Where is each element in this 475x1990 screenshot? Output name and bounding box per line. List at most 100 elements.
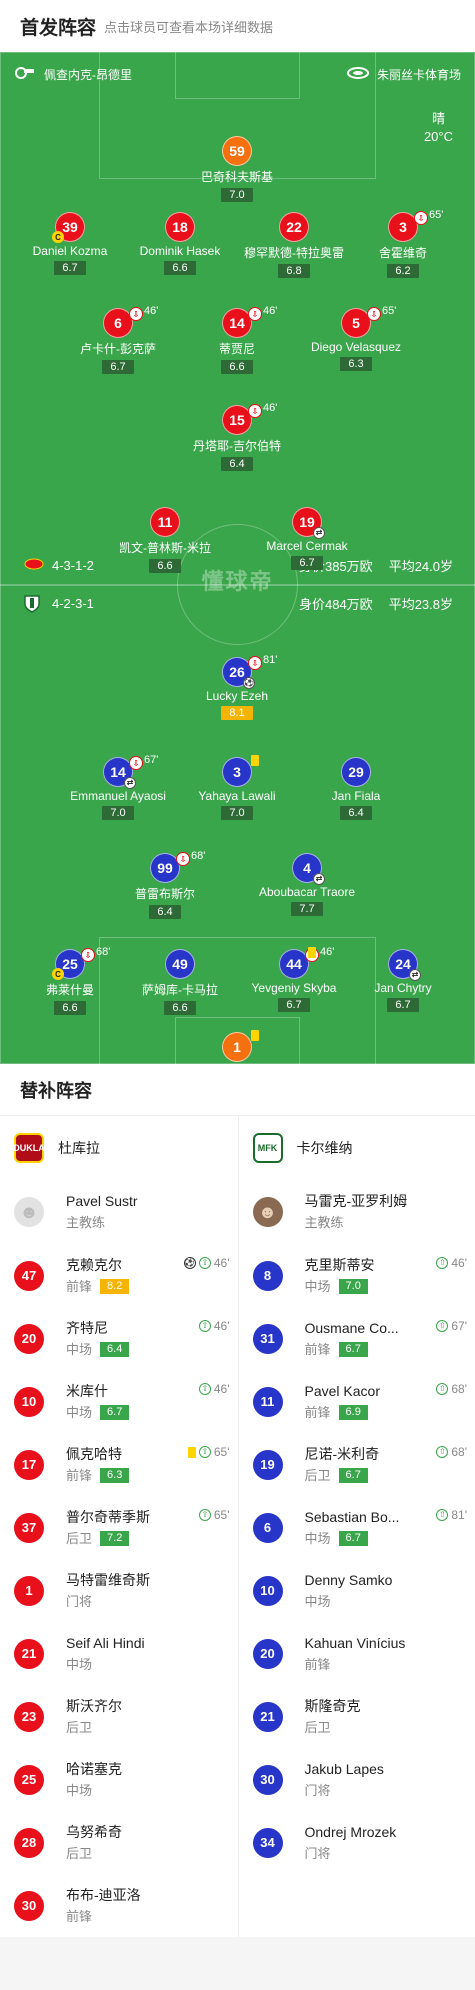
away_subs-sub-row[interactable]: 20 Kahuan Vinícius 前锋 [239, 1622, 475, 1685]
home_subs-sub-row[interactable]: 1 马特雷维奇斯 门将 [0, 1559, 238, 1622]
home-coach[interactable]: ☻ Pavel Sustr 主教练 [0, 1180, 238, 1244]
home_subs-sub-row[interactable]: 37 普尔奇蒂季斯 后卫 7.2 ⇧ 65' [0, 1496, 238, 1559]
away-player[interactable]: 14 ⇩ 67' ⇄ Emmanuel Ayaosi 7.0 [53, 754, 183, 821]
sub-name: 哈诺塞克 [66, 1760, 122, 1777]
away_subs-sub-row[interactable]: 30 Jakub Lapes 门将 [239, 1748, 475, 1811]
home_subs-sub-row[interactable]: 47 克赖克尔 前锋 8.2 ⚽ ⇧ 46' [0, 1244, 238, 1307]
captain-icon: C [52, 968, 64, 980]
sub-info: 布布-迪亚洛 前锋 [66, 1884, 141, 1928]
home_subs-sub-row[interactable]: 30 布布-迪亚洛 前锋 [0, 1874, 238, 1937]
away_subs-sub-row[interactable]: 31 Ousmane Co... 前锋 6.7 ⇧ 67' [239, 1307, 475, 1370]
sub-in-minute: 67' [451, 1319, 467, 1333]
player-rating-value: 6.7 [110, 361, 126, 373]
player-rating: 6.6 [54, 1001, 86, 1015]
home_subs-sub-row[interactable]: 17 佩克哈特 前锋 6.3 ⇧ 65' [0, 1433, 238, 1496]
sub-name: Seif Ali Hindi [66, 1634, 145, 1651]
sub-in-minute: 46' [213, 1382, 230, 1396]
player-name: 丹塔耶-吉尔伯特 [193, 439, 281, 453]
player-number-badge: 26 ⇩ 81' ⚽ [222, 654, 277, 689]
home-player[interactable]: 59 巴奇科夫斯基 7.0 [172, 136, 302, 203]
home-player[interactable]: 6 ⇩ 46' 卢卡什-彭克萨 6.7 [53, 305, 183, 375]
away_subs-sub-row[interactable]: 6 Sebastian Bo... 中场 6.7 ⇧ 81' [239, 1496, 475, 1559]
away-player[interactable]: 99 ⇩ 68' 普雷布斯尔 6.4 [100, 850, 230, 920]
sub-name: 布布-迪亚洛 [66, 1886, 141, 1903]
sub-minute: 46' [144, 305, 159, 317]
home_subs-sub-row[interactable]: 25 哈诺塞克 中场 [0, 1748, 238, 1811]
away_subs-sub-row[interactable]: 8 克里斯蒂安 中场 7.0 ⇧ 46' [239, 1244, 475, 1307]
player-rating: 6.7 [291, 556, 323, 570]
sub-name: 齐特尼 [66, 1319, 108, 1336]
sub-position: 中场 [66, 1341, 93, 1357]
home-age: 平均24.0岁 [388, 558, 453, 574]
away-player[interactable]: 49 萨姆库-卡马拉 6.6 [115, 949, 245, 1016]
home-player[interactable]: 3 ⇩ 65' 舍霍维奇 6.2 [338, 209, 468, 279]
weather-info: 晴 20°C [424, 110, 453, 146]
sub-number: 6 [263, 1520, 272, 1535]
sub-position-row: 中场 6.4 [66, 1339, 130, 1361]
away_subs-sub-row[interactable]: 11 Pavel Kacor 前锋 6.9 ⇧ 68' [239, 1370, 475, 1433]
away-player[interactable]: 26 ⇩ 81' ⚽ Lucky Ezeh 8.1 [172, 654, 302, 721]
away-formation-row: 4-2-3-1 身价484万欧 平均23.8岁 [24, 592, 453, 614]
sub-name: Denny Samko [304, 1571, 393, 1588]
sub-info: 乌努希奇 后卫 [66, 1821, 122, 1865]
sub-out-icon: ⇩ [129, 307, 143, 321]
home-team-header[interactable]: DUKLA 杜库拉 [0, 1116, 238, 1180]
home_subs-sub-row[interactable]: 28 乌努希奇 后卫 [0, 1811, 238, 1874]
home_subs-sub-row[interactable]: 10 米库什 中场 6.7 ⇧ 46' [0, 1370, 238, 1433]
sub-position-row: 后卫 [66, 1843, 122, 1865]
sub-number-badge: 6 [252, 1512, 283, 1543]
away-player[interactable]: 29 Jan Fiala 6.4 [291, 757, 421, 821]
sub-info: Ousmane Co... 前锋 6.7 [305, 1317, 399, 1361]
sub-rating: 7.0 [338, 1279, 368, 1294]
home_subs-sub-row[interactable]: 23 斯沃齐尔 后卫 [0, 1685, 238, 1748]
sub-number-badge: 25 [14, 1764, 44, 1795]
sub-number: 30 [21, 1898, 37, 1913]
sub-number-badge: 30 [252, 1764, 283, 1795]
sub-in-icon: ⇧ [198, 1509, 211, 1521]
home-player[interactable]: 11 凯文-普林斯-米拉 6.6 [100, 507, 230, 574]
sub-position: 门将 [66, 1593, 93, 1609]
away_subs-sub-row[interactable]: 34 Ondrej Mrozek 门将 [239, 1811, 475, 1874]
sub-number: 21 [21, 1646, 37, 1661]
away-player[interactable]: 24 ⇄ Jan Chytry 6.7 [338, 949, 468, 1013]
away-player[interactable]: 4 ⇄ Aboubacar Traore 7.7 [242, 853, 372, 917]
sub-position: 后卫 [304, 1467, 331, 1483]
away-team-header[interactable]: MFK 卡尔维纳 [239, 1116, 475, 1180]
away-crest-icon [24, 595, 44, 613]
home-player[interactable]: 18 Dominik Hasek 6.6 [115, 212, 245, 276]
home-player[interactable]: 19 ⇄ Marcel Cermak 6.7 [242, 507, 372, 571]
player-rating-value: 6.4 [157, 906, 173, 918]
sub-number-badge: 20 [14, 1323, 44, 1354]
sub-event: ⇧ 67' [436, 1319, 467, 1333]
player-rating-value: 7.0 [110, 807, 126, 819]
home-player[interactable]: 15 ⇩ 46' 丹塔耶-吉尔伯特 6.4 [172, 402, 302, 472]
home_subs-sub-row[interactable]: 21 Seif Ali Hindi 中场 [0, 1622, 238, 1685]
sub-position-row: 前锋 [305, 1654, 406, 1676]
away_subs-sub-row[interactable]: 19 尼诺-米利奇 后卫 6.7 ⇧ 68' [239, 1433, 475, 1496]
goal-ball-icon: ⚽ [243, 677, 255, 689]
home_subs-sub-row[interactable]: 20 齐特尼 中场 6.4 ⇧ 46' [0, 1307, 238, 1370]
away_subs-sub-row[interactable]: 21 斯隆奇克 后卫 [239, 1685, 475, 1748]
sub-number-badge: 8 [252, 1260, 283, 1291]
sub-minute: 65' [382, 305, 397, 317]
away-coach[interactable]: ☻ 马雷克-亚罗利姆 主教练 [239, 1180, 475, 1244]
sub-number-badge: 23 [14, 1701, 44, 1732]
away-team-crest-icon: MFK [252, 1133, 283, 1163]
home-player[interactable]: 5 ⇩ 65' Diego Velasquez 6.3 [291, 305, 421, 372]
sub-in-icon: ⇧ [198, 1320, 211, 1332]
away-player[interactable]: 3 Yahaya Lawali 7.0 [172, 755, 302, 821]
sub-number-badge: 34 [252, 1827, 283, 1858]
player-number: 39 [62, 219, 78, 235]
away-player[interactable]: 1诺伊曼★8.7 [172, 1030, 302, 1064]
sub-name: Sebastian Bo... [304, 1508, 400, 1525]
player-number: 4 [303, 860, 311, 876]
away_subs-sub-row[interactable]: 10 Denny Samko 中场 [239, 1559, 475, 1622]
home-player[interactable]: 14 ⇩ 46' 蒂贾尼 6.6 [172, 305, 302, 375]
sub-name: Ondrej Mrozek [304, 1823, 397, 1840]
sub-number-badge: 47 [14, 1260, 44, 1291]
sub-in-minute: 65' [213, 1508, 230, 1522]
coach-avatar-icon: ☻ [252, 1197, 283, 1227]
sub-number: 19 [260, 1457, 275, 1472]
sub-number-badge: 1 [14, 1575, 44, 1606]
sub-position: 中场 [304, 1530, 331, 1546]
